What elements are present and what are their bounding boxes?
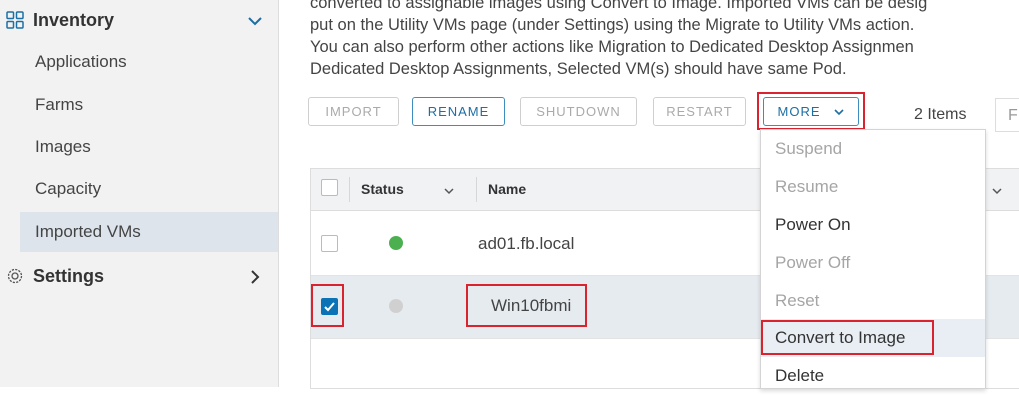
menu-item-power-on[interactable]: Power On bbox=[761, 206, 985, 244]
description-line: You can also perform other actions like … bbox=[310, 38, 914, 56]
description-line: put on the Utility VMs page (under Setti… bbox=[310, 16, 915, 34]
chevron-down-icon[interactable] bbox=[991, 185, 1003, 197]
sidebar-item-images[interactable]: Images bbox=[20, 127, 278, 167]
status-indicator bbox=[389, 299, 403, 313]
sidebar-item-label: Farms bbox=[35, 95, 84, 114]
sidebar-item-imported-vms[interactable]: Imported VMs bbox=[20, 212, 278, 252]
more-button-label: MORE bbox=[777, 104, 821, 119]
chevron-right-icon[interactable] bbox=[246, 268, 264, 286]
row-checkbox[interactable] bbox=[321, 298, 338, 315]
status-indicator bbox=[389, 236, 403, 250]
select-all-checkbox[interactable] bbox=[321, 179, 338, 196]
chevron-down-icon[interactable] bbox=[246, 12, 264, 30]
row-checkbox[interactable] bbox=[321, 235, 338, 252]
chevron-down-icon[interactable] bbox=[443, 185, 455, 197]
page-description: converted to assignable images using Con… bbox=[310, 0, 1019, 80]
sidebar-group-settings[interactable]: Settings bbox=[0, 256, 278, 296]
menu-item-convert-to-image[interactable]: Convert to Image bbox=[761, 319, 985, 357]
rename-button[interactable]: RENAME bbox=[412, 97, 505, 126]
filter-input[interactable]: F bbox=[995, 98, 1019, 132]
sidebar-item-applications[interactable]: Applications bbox=[20, 42, 278, 82]
sidebar-group-label: Inventory bbox=[33, 9, 115, 30]
sidebar-item-label: Imported VMs bbox=[35, 222, 141, 241]
sidebar-group-label: Settings bbox=[33, 265, 105, 286]
sidebar-group-inventory[interactable]: Inventory bbox=[0, 0, 278, 40]
sidebar-item-capacity[interactable]: Capacity bbox=[20, 169, 278, 209]
menu-item-power-off[interactable]: Power Off bbox=[761, 244, 985, 282]
menu-item-delete[interactable]: Delete bbox=[761, 357, 985, 395]
sidebar-item-label: Images bbox=[35, 137, 91, 156]
menu-item-resume[interactable]: Resume bbox=[761, 168, 985, 206]
grid-icon bbox=[6, 11, 24, 29]
item-count: 2 Items bbox=[914, 106, 967, 123]
sidebar-item-farms[interactable]: Farms bbox=[20, 85, 278, 125]
sidebar-item-label: Capacity bbox=[35, 179, 102, 198]
gear-icon bbox=[7, 268, 23, 284]
vm-name: ad01.fb.local bbox=[478, 234, 575, 253]
description-line: Dedicated Desktop Assignments, Selected … bbox=[310, 60, 847, 78]
check-icon bbox=[324, 302, 335, 312]
shutdown-button[interactable]: SHUTDOWN bbox=[520, 97, 637, 126]
more-dropdown-menu: Suspend Resume Power On Power Off Reset … bbox=[760, 129, 986, 389]
restart-button[interactable]: RESTART bbox=[653, 97, 746, 126]
sidebar: Inventory Applications Farms Images Capa… bbox=[0, 0, 279, 387]
menu-item-suspend[interactable]: Suspend bbox=[761, 130, 985, 168]
chevron-down-icon bbox=[833, 108, 844, 115]
menu-item-reset[interactable]: Reset bbox=[761, 282, 985, 320]
import-button[interactable]: IMPORT bbox=[308, 97, 399, 126]
more-button[interactable]: MORE bbox=[763, 97, 859, 126]
sidebar-item-label: Applications bbox=[35, 52, 127, 71]
column-divider bbox=[476, 177, 477, 202]
column-divider bbox=[349, 177, 350, 202]
description-line: converted to assignable images using Con… bbox=[310, 0, 928, 12]
column-header-status[interactable]: Status bbox=[361, 181, 404, 197]
vm-name: Win10fbmi bbox=[491, 296, 572, 315]
column-header-name[interactable]: Name bbox=[488, 181, 526, 197]
